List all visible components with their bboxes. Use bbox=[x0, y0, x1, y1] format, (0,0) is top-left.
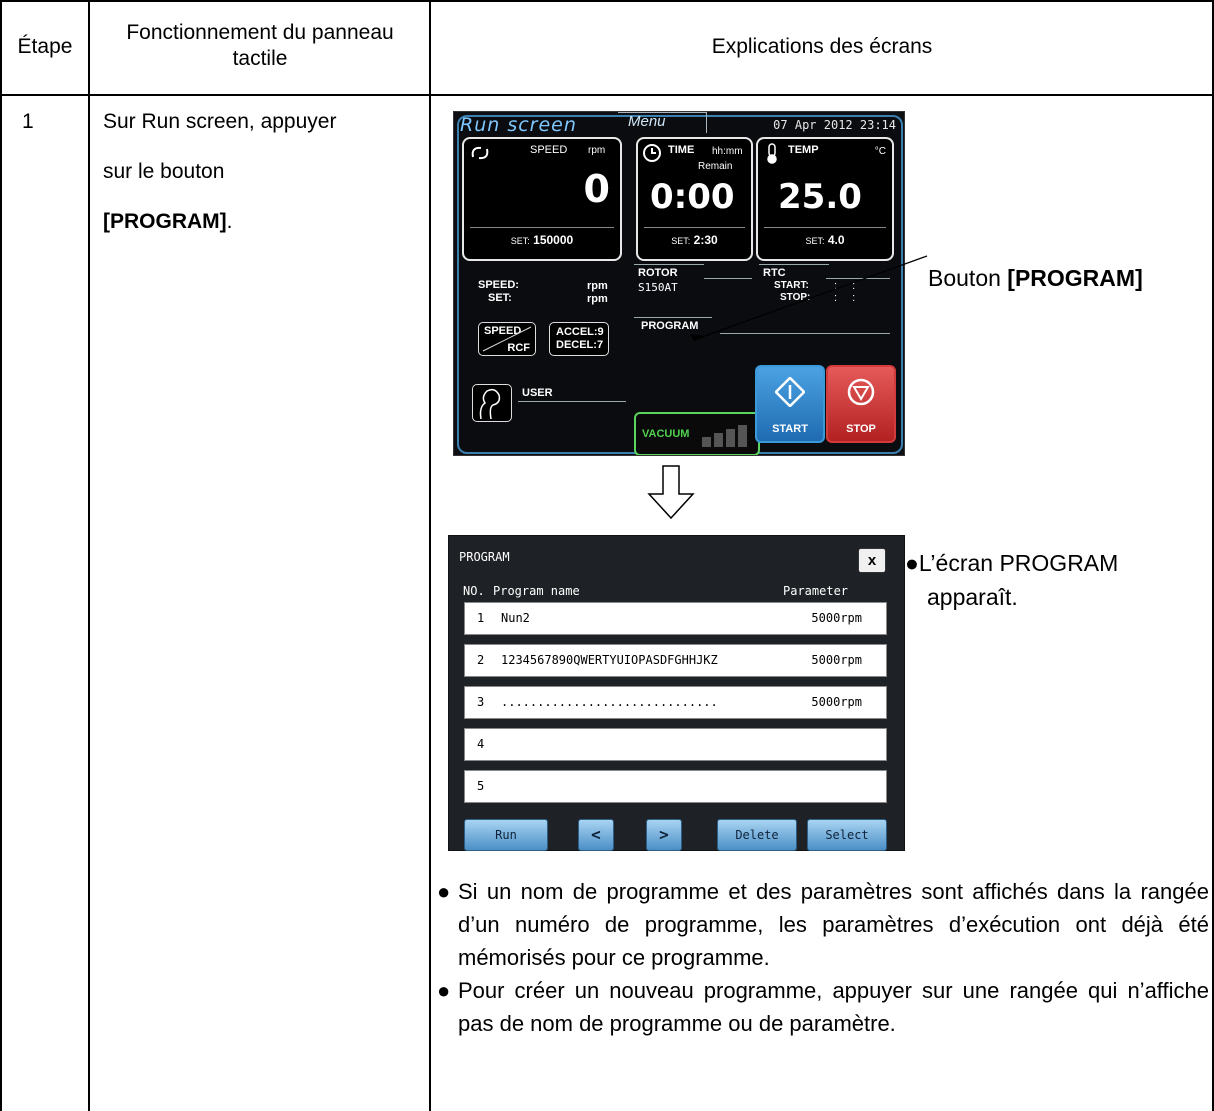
program-row[interactable]: 1 Nun2 5000rpm bbox=[464, 602, 887, 635]
next-page-button[interactable]: > bbox=[646, 819, 682, 851]
screen-appears-note-line2: apparaît. bbox=[927, 584, 1018, 610]
prev-page-button[interactable]: < bbox=[578, 819, 614, 851]
row-number: 5 bbox=[477, 779, 485, 793]
callout-prefix: Bouton bbox=[928, 265, 1008, 291]
bullet2-text: Pour créer un nouveau programme, appuyer… bbox=[458, 978, 1209, 1036]
col-name-header: Program name bbox=[493, 584, 580, 598]
screen-appears-note: ●L’écran PROGRAM bbox=[905, 547, 1118, 580]
col-no-header: NO. bbox=[463, 584, 485, 598]
bullet-icon: ● bbox=[905, 550, 919, 576]
program-callout: Bouton [PROGRAM] bbox=[928, 262, 1143, 295]
row-number: 2 bbox=[477, 653, 485, 667]
row-name: Nun2 bbox=[501, 611, 530, 625]
program-row[interactable]: 2 1234567890QWERTYUIOPASDFGHHJKZ 5000rpm bbox=[464, 644, 887, 677]
run-button[interactable]: Run bbox=[464, 819, 548, 851]
close-button[interactable]: x bbox=[858, 548, 886, 573]
bullet-paragraph-2: ● Pour créer un nouveau programme, appuy… bbox=[437, 974, 1209, 1040]
program-row[interactable]: 4 bbox=[464, 728, 887, 761]
program-screen: PROGRAM x NO. Program name Parameter 1 N… bbox=[448, 535, 905, 851]
bullet-paragraph-1: ● Si un nom de programme et des paramètr… bbox=[437, 875, 1209, 974]
arrow-down-icon bbox=[647, 465, 695, 520]
appears-line1: L’écran PROGRAM bbox=[918, 550, 1119, 576]
row-name: .............................. bbox=[501, 695, 718, 709]
row-param: 5000rpm bbox=[811, 611, 862, 625]
row-param: 5000rpm bbox=[811, 653, 862, 667]
row-param: 5000rpm bbox=[811, 695, 862, 709]
select-button[interactable]: Select bbox=[807, 819, 887, 851]
delete-button[interactable]: Delete bbox=[717, 819, 797, 851]
bullet1-text: Si un nom de programme et des paramètres… bbox=[458, 879, 1209, 970]
col-param-header: Parameter bbox=[783, 584, 849, 598]
bullet-icon: ● bbox=[437, 879, 451, 904]
row-number: 4 bbox=[477, 737, 485, 751]
row-name: 1234567890QWERTYUIOPASDFGHHJKZ bbox=[501, 653, 718, 667]
callout-button: [PROGRAM] bbox=[1007, 265, 1143, 291]
row-number: 1 bbox=[477, 611, 485, 625]
program-screen-title: PROGRAM bbox=[459, 550, 510, 564]
program-row[interactable]: 5 bbox=[464, 770, 887, 803]
bullet-icon: ● bbox=[437, 978, 451, 1003]
program-row[interactable]: 3 .............................. 5000rpm bbox=[464, 686, 887, 719]
row-number: 3 bbox=[477, 695, 485, 709]
